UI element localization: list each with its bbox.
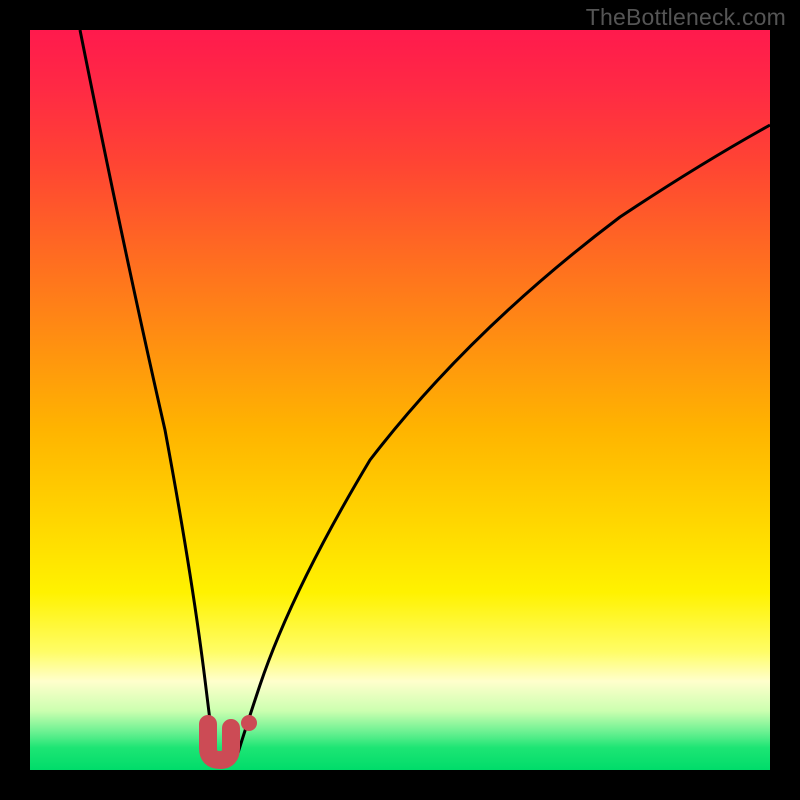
curve-right-branch	[238, 125, 770, 753]
dip-marker-dot	[241, 715, 257, 731]
watermark-text: TheBottleneck.com	[586, 4, 786, 31]
dip-marker-u	[208, 724, 231, 760]
plot-area	[30, 30, 770, 770]
curve-left-branch	[80, 30, 214, 753]
chart-frame: TheBottleneck.com	[0, 0, 800, 800]
curve-layer	[30, 30, 770, 770]
